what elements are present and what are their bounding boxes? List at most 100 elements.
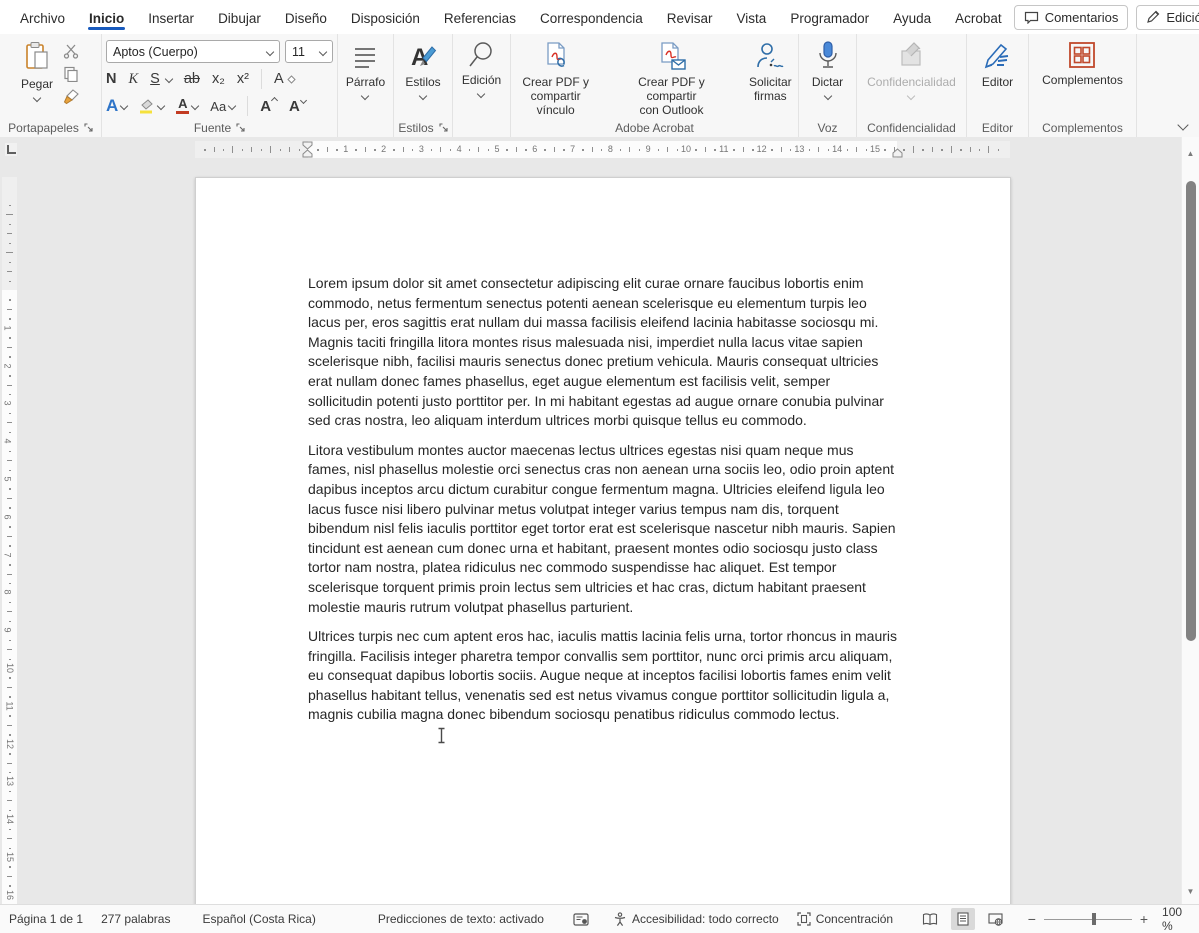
dictate-button[interactable]: Dictar [812,34,843,99]
menu-tab-programador[interactable]: Programador [778,2,881,33]
text-predictions-label: Predicciones de texto: activado [378,912,544,926]
ruler-tick [9,810,11,812]
indent-marker-left[interactable] [301,141,314,158]
ruler-tick [951,146,952,153]
clear-formatting-button[interactable]: A [274,71,296,87]
scroll-up-arrow[interactable]: ▲ [1182,145,1199,161]
underline-options-chevron[interactable] [165,75,173,83]
zoom-level[interactable]: 100 % [1162,905,1193,933]
confidentiality-label: Confidencialidad [867,75,956,89]
menu-tab-diseño[interactable]: Diseño [273,2,339,33]
paragraph[interactable]: Litora vestibulum montes auctor maecenas… [308,441,898,617]
predictions-icon [573,913,589,926]
vertical-scrollbar[interactable]: ▲ ▼ [1181,137,1199,905]
editing-mode-label: Edición [1166,10,1199,25]
bold-button[interactable]: N [106,71,116,87]
clear-formatting-label: A [274,71,284,87]
shrink-font-button[interactable]: A [289,98,306,115]
read-mode-button[interactable] [918,908,943,930]
document-canvas[interactable]: 123456789101112131415 123456789101112131… [0,137,1182,905]
highlight-button[interactable] [139,98,164,114]
tab-selector[interactable] [5,143,17,156]
page-indicator[interactable]: Página 1 de 1 [0,912,92,926]
paragraph[interactable]: Lorem ipsum dolor sit amet consectetur a… [308,274,898,431]
change-case-button[interactable]: Aa [210,99,235,114]
paste-button[interactable]: Pegar [21,34,53,101]
text-predictions[interactable]: Predicciones de texto: activado [369,912,598,926]
grow-font-label: A [260,98,271,115]
dialog-launcher-icon[interactable] [236,123,245,132]
addins-button[interactable]: Complementos [1042,34,1123,87]
collapse-ribbon-chevron[interactable] [1177,119,1188,130]
zoom-slider[interactable] [1044,919,1132,920]
caret-up-icon [271,96,278,103]
paragraph[interactable]: Ultrices turpis nec cum aptent eros hac,… [308,627,898,725]
font-name-select[interactable]: Aptos (Cuerpo) [106,40,280,63]
styles-button[interactable]: A Estilos [405,34,440,99]
italic-button[interactable]: K [128,71,138,88]
ruler-tick [9,772,11,774]
underline-button[interactable]: S [150,71,160,87]
ruler-tick [9,299,11,301]
magnifier-icon [467,41,495,69]
zoom-slider-thumb[interactable] [1092,913,1096,925]
zoom-out-button[interactable]: − [1028,911,1036,927]
menu-tab-ayuda[interactable]: Ayuda [881,2,943,33]
create-pdf-share-link-button[interactable]: Crear PDF y compartir vínculo [511,34,600,117]
print-layout-button[interactable] [951,908,976,930]
ruler-tick [450,149,452,151]
focus-mode-button[interactable]: Concentración [788,912,902,926]
print-layout-icon [957,912,969,926]
font-size-select[interactable]: 11 [285,40,333,63]
editing-mode-button[interactable]: Edición [1136,5,1199,30]
strikethrough-button[interactable]: ab [184,71,200,87]
subscript-button[interactable]: x₂ [212,71,225,87]
hruler-number: 13 [794,144,804,154]
menu-tab-insertar[interactable]: Insertar [136,2,206,33]
paragraph-button[interactable]: Párrafo [346,34,385,99]
zoom-in-button[interactable]: + [1140,911,1148,927]
cut-button[interactable] [63,44,80,59]
ruler-tick [9,829,11,831]
menu-tab-revisar[interactable]: Revisar [655,2,725,33]
styles-group-label: Estilos [398,121,433,135]
dialog-launcher-icon[interactable] [84,123,93,132]
menu-tab-correspondencia[interactable]: Correspondencia [528,2,655,33]
menu-tab-dibujar[interactable]: Dibujar [206,2,273,33]
request-signatures-button[interactable]: Solicitar firmas [743,34,798,103]
scroll-down-arrow[interactable]: ▼ [1182,883,1199,899]
vruler-number: 6 [3,514,13,519]
format-painter-button[interactable] [63,89,80,105]
confidentiality-button[interactable]: Confidencialidad [867,34,956,99]
accessibility-status[interactable]: Accesibilidad: todo correcto [604,912,788,927]
document-text[interactable]: Lorem ipsum dolor sit amet consectetur a… [308,274,898,735]
document-page[interactable]: Lorem ipsum dolor sit amet consectetur a… [195,177,1011,905]
ruler-tick [9,791,11,793]
ruler-tick [336,149,338,151]
ruler-tick [592,147,593,152]
superscript-button[interactable]: x² [237,71,249,87]
copy-button[interactable] [63,66,80,82]
ruler-tick [506,149,508,151]
comments-label: Comentarios [1045,10,1119,25]
dialog-launcher-icon[interactable] [439,123,448,132]
editing-button[interactable]: Edición [462,34,501,97]
menu-tab-referencias[interactable]: Referencias [432,2,528,33]
scrollbar-thumb[interactable] [1186,181,1196,641]
language-indicator[interactable]: Español (Costa Rica) [193,912,324,926]
font-color-button[interactable]: A [176,98,198,115]
menu-tab-archivo[interactable]: Archivo [8,2,77,33]
menu-tab-inicio[interactable]: Inicio [77,2,136,33]
editor-button[interactable]: Editor [982,34,1013,89]
menu-tab-disposición[interactable]: Disposición [339,2,432,33]
text-effects-button[interactable]: A [106,96,127,116]
horizontal-ruler[interactable]: 123456789101112131415 [195,141,1010,158]
menu-tab-acrobat[interactable]: Acrobat [943,2,1014,33]
create-pdf-share-outlook-button[interactable]: Crear PDF y compartir con Outlook [614,34,728,117]
web-layout-button[interactable] [983,908,1008,930]
grow-font-button[interactable]: A [260,98,277,115]
word-count[interactable]: 277 palabras [92,912,179,926]
menu-tab-vista[interactable]: Vista [725,2,779,33]
vertical-ruler[interactable]: 12345678910111213141516 [2,177,17,905]
comments-button[interactable]: Comentarios [1014,5,1129,30]
